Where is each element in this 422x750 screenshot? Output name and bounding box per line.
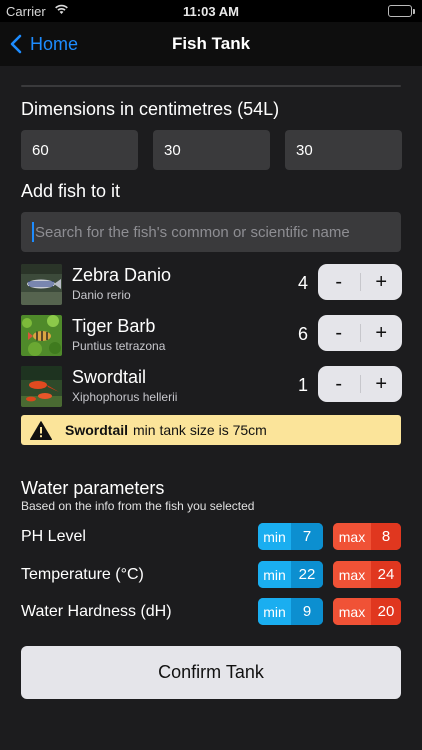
status-bar: Carrier 11:03 AM	[0, 0, 422, 22]
temperature-label: Temperature (°C)	[21, 566, 144, 583]
back-button[interactable]: Home	[10, 31, 78, 57]
max-label: max	[333, 523, 371, 550]
fish-name: Tiger Barb	[72, 316, 156, 336]
fish-count: 4	[297, 273, 308, 293]
fish-name: Swordtail	[72, 367, 147, 387]
chevron-left-icon	[10, 34, 22, 54]
min-label: min	[258, 598, 291, 625]
decrement-button[interactable]: -	[318, 264, 360, 300]
back-label: Home	[30, 33, 79, 54]
tank-size-warning: Swordtail min tank size is 75cm	[21, 415, 401, 445]
ph-max-badge: max 8	[333, 523, 401, 550]
max-label: max	[333, 598, 371, 625]
fish-row-swordtail: Swordtail Xiphophorus hellerii 1 - +	[21, 366, 402, 408]
max-label: max	[333, 561, 371, 588]
hardness-max-badge: max 20	[333, 598, 401, 625]
decrement-button[interactable]: -	[318, 315, 360, 351]
tiger-barb-thumbnail	[21, 315, 62, 356]
text-cursor	[32, 222, 34, 242]
min-value: 7	[291, 523, 323, 550]
clock: 11:03 AM	[183, 4, 239, 19]
warning-icon	[30, 420, 52, 440]
temperature-min-badge: min 22	[258, 561, 323, 588]
quantity-stepper: - +	[318, 264, 402, 300]
swordtail-thumbnail	[21, 366, 62, 407]
divider	[21, 85, 401, 87]
length-input[interactable]: 60	[21, 130, 138, 170]
max-value: 24	[371, 561, 401, 588]
warning-text: min tank size is 75cm	[133, 422, 267, 438]
confirm-tank-button[interactable]: Confirm Tank	[21, 646, 401, 699]
max-value: 20	[371, 598, 401, 625]
ph-min-badge: min 7	[258, 523, 323, 550]
fish-name: Zebra Danio	[72, 265, 172, 285]
dimensions-title: Dimensions in centimetres (54L)	[21, 99, 280, 119]
increment-button[interactable]: +	[361, 366, 403, 402]
height-input[interactable]: 30	[285, 130, 402, 170]
fish-row-zebra-danio: Zebra Danio Danio rerio 4 - +	[21, 264, 402, 306]
warning-fish-name: Swordtail	[65, 422, 129, 438]
fish-scientific-name: Xiphophorus hellerii	[72, 390, 178, 404]
search-placeholder: Search for the fish's common or scientif…	[35, 223, 350, 241]
zebra-danio-thumbnail	[21, 264, 62, 305]
quantity-stepper: - +	[318, 366, 402, 402]
min-value: 22	[291, 561, 323, 588]
battery-icon	[388, 5, 415, 17]
ph-level-label: PH Level	[21, 528, 86, 545]
water-parameters-subtitle: Based on the info from the fish you sele…	[21, 499, 255, 513]
add-fish-title: Add fish to it	[21, 181, 121, 201]
fish-count: 1	[297, 375, 308, 395]
width-input[interactable]: 30	[153, 130, 270, 170]
fish-scientific-name: Puntius tetrazona	[72, 339, 166, 353]
quantity-stepper: - +	[318, 315, 402, 351]
fish-scientific-name: Danio rerio	[72, 288, 131, 302]
water-parameters-title: Water parameters	[21, 478, 165, 498]
min-value: 9	[291, 598, 323, 625]
hardness-min-badge: min 9	[258, 598, 323, 625]
decrement-button[interactable]: -	[318, 366, 360, 402]
water-hardness-label: Water Hardness (dH)	[21, 603, 172, 620]
temperature-max-badge: max 24	[333, 561, 401, 588]
increment-button[interactable]: +	[361, 315, 403, 351]
increment-button[interactable]: +	[361, 264, 403, 300]
fish-row-tiger-barb: Tiger Barb Puntius tetrazona 6 - +	[21, 315, 402, 357]
min-label: min	[258, 561, 291, 588]
fish-search-input[interactable]: Search for the fish's common or scientif…	[21, 212, 401, 252]
max-value: 8	[371, 523, 401, 550]
min-label: min	[258, 523, 291, 550]
navigation-bar: Home Fish Tank	[0, 22, 422, 66]
fish-count: 6	[297, 324, 308, 344]
